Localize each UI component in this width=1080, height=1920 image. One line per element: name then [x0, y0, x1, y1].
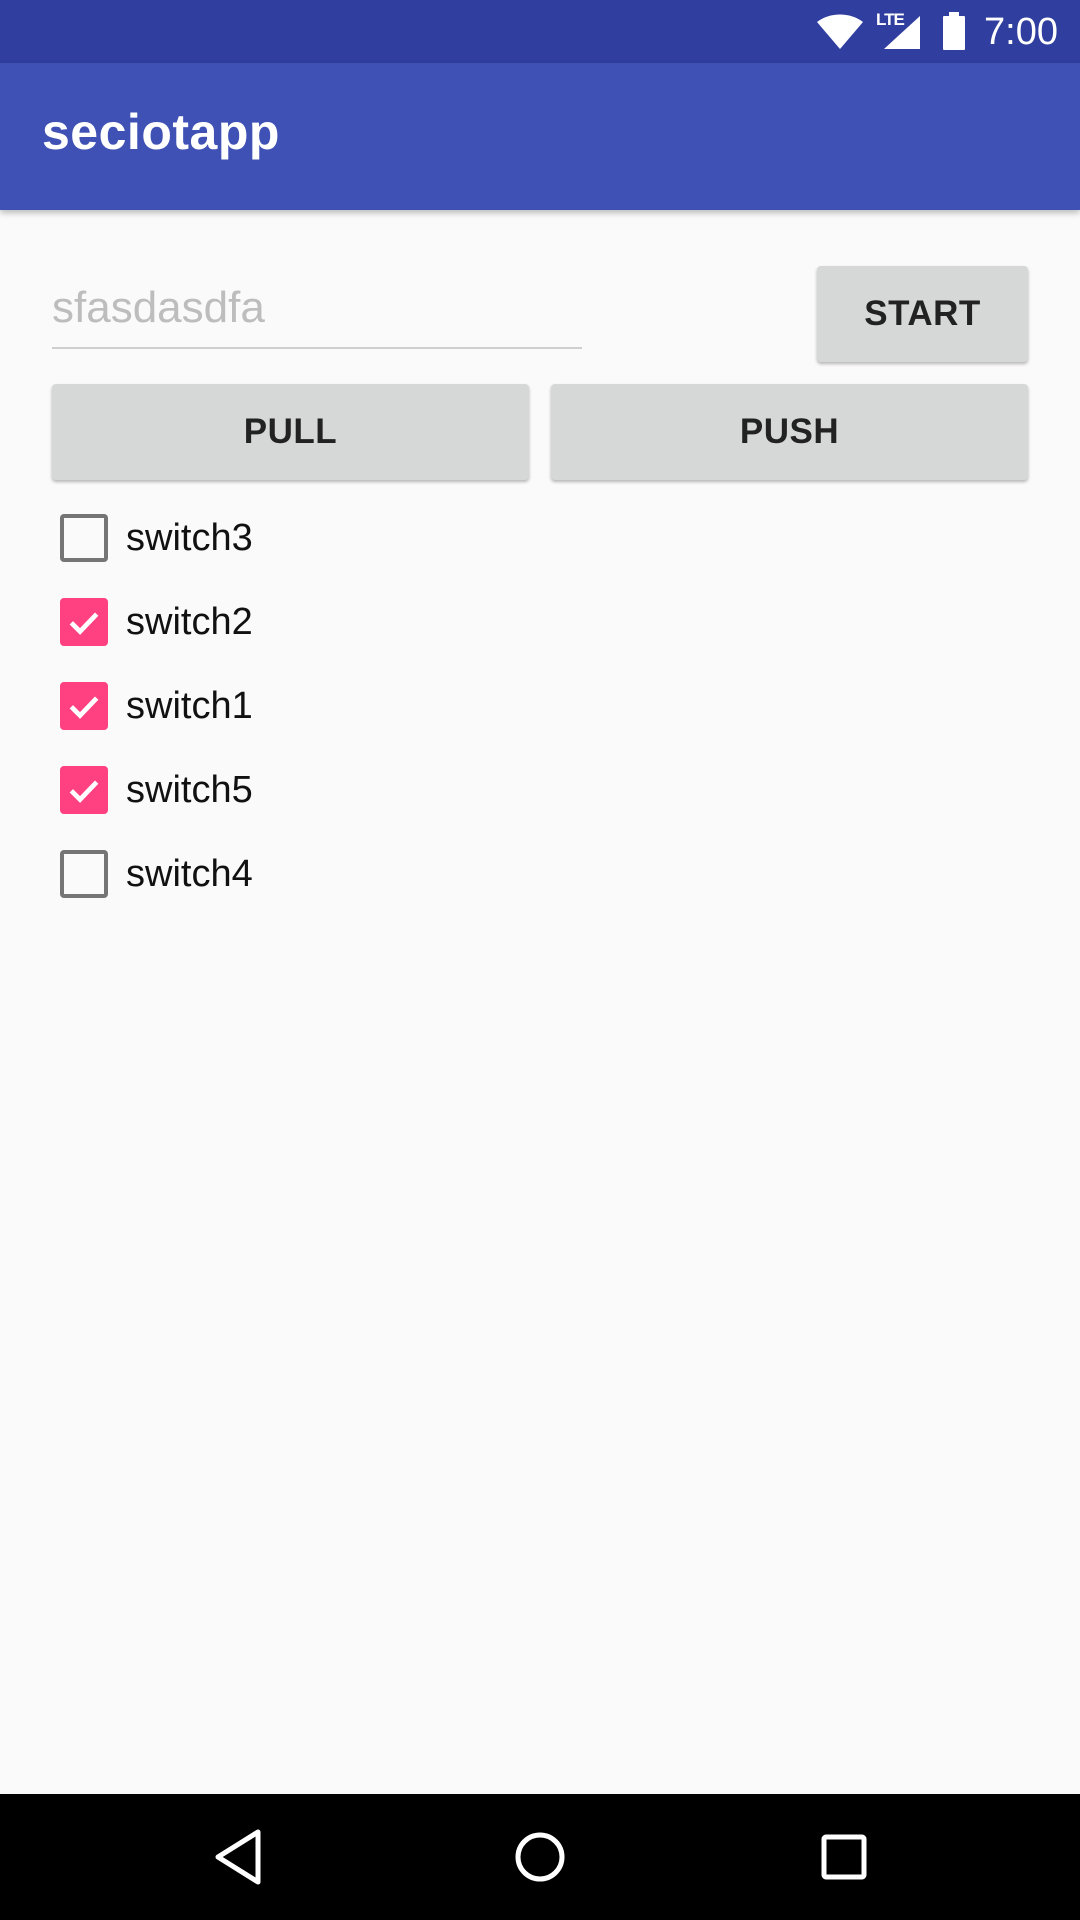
push-button[interactable]: PUSH	[551, 384, 1028, 480]
checkbox-label: switch3	[126, 516, 253, 559]
checkbox[interactable]	[60, 682, 108, 730]
clock: 7:00	[984, 11, 1058, 53]
app-bar: seciotapp	[0, 63, 1080, 210]
pull-button[interactable]: PULL	[52, 384, 529, 480]
check-icon	[69, 696, 99, 719]
start-button[interactable]: START	[817, 266, 1028, 362]
app-title: seciotapp	[42, 104, 280, 160]
check-icon	[69, 612, 99, 635]
checkbox-label: switch5	[126, 768, 253, 811]
checkbox-row-switch4[interactable]: switch4	[48, 832, 648, 916]
recents-icon[interactable]	[816, 1826, 872, 1888]
text-field[interactable]	[52, 275, 582, 349]
checkbox-row-switch2[interactable]: switch2	[48, 580, 648, 664]
back-icon[interactable]	[210, 1826, 266, 1888]
checkbox-row-switch3[interactable]: switch3	[48, 496, 648, 580]
signal-icon	[884, 16, 920, 49]
checkbox-label: switch2	[126, 600, 253, 643]
text-input[interactable]	[52, 275, 582, 347]
screen: LTE 7:00 seciotapp START PULL PUSH switc…	[0, 0, 1080, 1920]
navigation-bar	[0, 1794, 1080, 1920]
checkbox-row-switch1[interactable]: switch1	[48, 664, 648, 748]
checkbox[interactable]	[60, 598, 108, 646]
checkbox-label: switch4	[126, 852, 253, 895]
input-underline	[52, 347, 582, 349]
wifi-icon	[817, 14, 863, 49]
check-icon	[69, 780, 99, 803]
status-bar: LTE 7:00	[0, 0, 1080, 63]
checkbox-row-switch5[interactable]: switch5	[48, 748, 648, 832]
checkbox[interactable]	[60, 766, 108, 814]
home-icon[interactable]	[512, 1826, 568, 1888]
checkbox[interactable]	[60, 850, 108, 898]
battery-icon	[943, 12, 965, 50]
checkbox[interactable]	[60, 514, 108, 562]
checkbox-label: switch1	[126, 684, 253, 727]
